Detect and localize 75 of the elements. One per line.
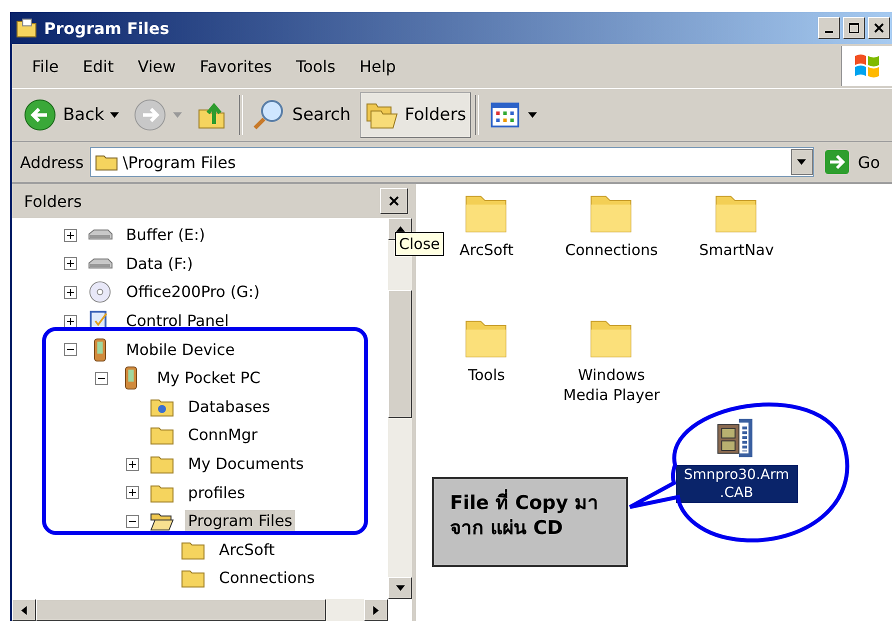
minus-icon [64, 343, 77, 356]
caret-icon [528, 112, 538, 118]
expander-toggle[interactable] [64, 343, 77, 356]
tree-item[interactable]: Program Files [185, 510, 296, 532]
left-arrow-icon [21, 606, 27, 614]
tree-item[interactable]: Mobile Device [123, 338, 238, 361]
tree-item[interactable]: My Pocket PC [154, 367, 264, 390]
back-button[interactable]: Back [18, 92, 124, 138]
close-icon [873, 22, 885, 34]
file-name[interactable]: Connections [554, 240, 668, 262]
menu-item[interactable]: Favorites [188, 56, 284, 76]
tree-item[interactable]: Databases [185, 396, 274, 418]
right-arrow-icon [373, 606, 379, 614]
tree-item[interactable]: Data (F:) [123, 252, 196, 275]
folder-icon [16, 18, 38, 38]
tree-item[interactable]: Office200Pro (G:) [123, 281, 263, 304]
menu-item[interactable]: Help [347, 56, 408, 76]
cd-icon [87, 280, 113, 304]
expander-toggle[interactable] [64, 257, 77, 270]
dropdown-button[interactable] [790, 149, 813, 175]
close-button[interactable] [380, 188, 408, 214]
tree-item[interactable]: Buffer (E:) [123, 224, 208, 246]
maximize-icon [848, 22, 860, 34]
tree-item[interactable]: profiles [185, 482, 248, 504]
tree-item[interactable]: Control Panel [123, 310, 232, 332]
minimize-icon [825, 31, 833, 33]
plus-icon [64, 257, 77, 270]
file-name[interactable]: Windows Media Player [554, 365, 668, 406]
maximize-button[interactable] [843, 17, 865, 39]
expander-toggle[interactable] [126, 514, 139, 528]
up-arrow-icon [396, 226, 404, 232]
caret-icon [797, 159, 806, 165]
pane-title: Folders [24, 192, 82, 210]
menu-item[interactable]: File [20, 56, 71, 76]
address-field[interactable]: \Program Files [90, 147, 814, 177]
file-name[interactable]: Smnpro30.Arm .CAB [676, 465, 798, 504]
expander-toggle[interactable] [64, 228, 77, 242]
plus-icon [64, 228, 77, 242]
tooltip: Close [395, 232, 444, 256]
scroll-thumb[interactable] [388, 290, 412, 418]
folders-button[interactable]: Folders [360, 92, 472, 138]
menu-item[interactable]: View [126, 56, 188, 76]
expander-toggle[interactable] [95, 372, 108, 385]
plus-icon [126, 486, 139, 500]
file-name[interactable]: Tools [430, 365, 544, 386]
scroll-thumb[interactable] [36, 599, 326, 621]
plus-icon [64, 314, 77, 328]
down-arrow-icon [396, 585, 404, 591]
close-button[interactable] [868, 17, 890, 39]
tree-item[interactable]: ConnMgr [185, 424, 261, 446]
plus-icon [64, 286, 77, 299]
caret-icon [110, 112, 120, 118]
search-button[interactable]: Search [247, 92, 356, 138]
window-title: Program Files [44, 18, 170, 38]
address-label: Address [20, 152, 84, 172]
minus-icon [126, 514, 139, 528]
minus-icon [95, 372, 108, 385]
menu-item[interactable]: Edit [70, 56, 126, 76]
menu-item[interactable]: Tools [284, 56, 348, 76]
folder-icon [94, 153, 119, 171]
tree-item[interactable]: ArcSoft [216, 538, 278, 561]
note-box: File ที่ Copy มา จาก แผ่น CD [432, 477, 628, 567]
expander-toggle[interactable] [126, 458, 139, 471]
close-icon [388, 195, 400, 207]
expander-toggle[interactable] [126, 486, 139, 500]
horizontal-scrollbar[interactable] [12, 599, 388, 621]
tree-item[interactable]: My Documents [185, 453, 307, 476]
caret-icon [173, 112, 182, 118]
minimize-button[interactable] [818, 17, 840, 39]
expander-toggle[interactable] [64, 286, 77, 299]
file-name[interactable]: SmartNav [680, 240, 794, 262]
tree-item[interactable]: Connections [216, 567, 318, 590]
plus-icon [126, 458, 139, 471]
expander-toggle[interactable] [64, 314, 77, 328]
go-button[interactable]: Go [820, 149, 892, 175]
